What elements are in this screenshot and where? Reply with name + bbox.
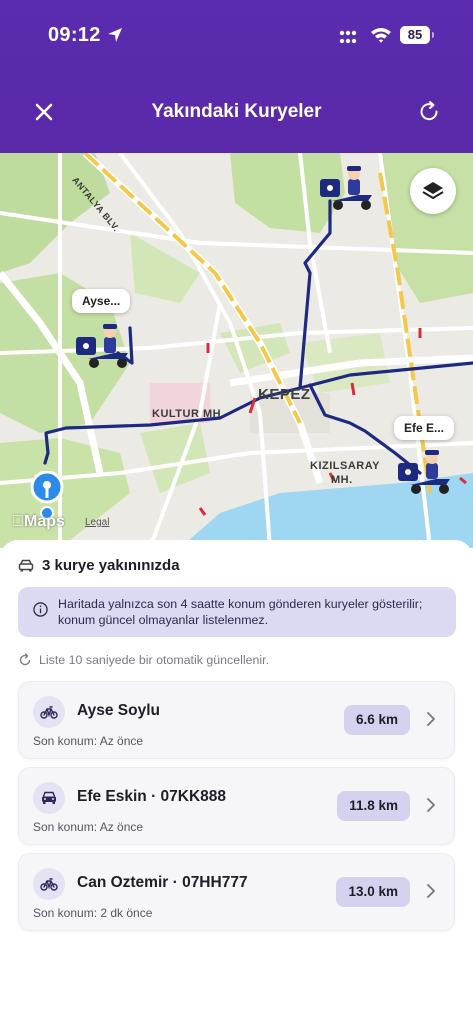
courier-scooter-marker[interactable] xyxy=(318,165,376,213)
courier-bubble-ayse[interactable]: Ayse... xyxy=(72,289,131,313)
courier-last-location: Son konum: Az önce xyxy=(33,734,144,748)
legal-link[interactable]: Legal xyxy=(85,517,109,528)
nearby-count-title: 3 kurye yakınınızda xyxy=(42,557,180,574)
status-bar: 09:12 85 xyxy=(0,0,473,70)
courier-card[interactable]: Ayse Soylu Son konum: Az önce 6.6 km xyxy=(18,681,455,759)
courier-name: Efe Eskin · 07KK888 xyxy=(77,788,227,805)
map-layers-button[interactable] xyxy=(410,168,456,214)
auto-update-note: Liste 10 saniyede bir otomatik güncellen… xyxy=(18,653,269,667)
layers-icon xyxy=(422,182,444,199)
courier-scooter-marker[interactable] xyxy=(396,449,454,497)
courier-last-location: Son konum: Az önce xyxy=(33,820,144,834)
courier-last-location: Son konum: 2 dk önce xyxy=(33,906,153,920)
vehicle-badge xyxy=(33,782,65,814)
vehicle-badge xyxy=(33,696,65,728)
info-text: Haritada yalnızca son 4 saatte konum gön… xyxy=(58,597,423,627)
map-label-kultur: KULTUR MH. xyxy=(152,408,225,420)
page-title: Yakındaki Kuryeler xyxy=(151,101,322,122)
courier-name: Can Oztemir · 07HH777 xyxy=(77,874,248,891)
map-label-kepez: KEPEZ xyxy=(258,386,311,403)
courier-card[interactable]: Can Oztemir · 07HH777 Son konum: 2 dk ön… xyxy=(18,853,455,931)
apple-maps-logo: Maps xyxy=(12,513,65,530)
chevron-right-icon xyxy=(427,884,435,898)
distance-badge: 6.6 km xyxy=(343,705,410,735)
nearby-header: 3 kurye yakınınızda xyxy=(18,557,180,574)
auto-update-text: Liste 10 saniyede bir otomatik güncellen… xyxy=(39,653,270,667)
battery-indicator: 85 xyxy=(400,26,434,44)
wifi-icon xyxy=(371,28,391,43)
distance-badge: 13.0 km xyxy=(336,877,410,907)
courier-bubble-efe[interactable]: Efe E... xyxy=(394,416,455,440)
info-banner: Haritada yalnızca son 4 saatte konum gön… xyxy=(18,587,456,637)
location-arrow-icon xyxy=(108,28,122,42)
courier-card[interactable]: Efe Eskin · 07KK888 Son konum: Az önce 1… xyxy=(18,767,455,845)
courier-name: Ayse Soylu xyxy=(77,702,160,719)
chevron-right-icon xyxy=(427,712,435,726)
status-time: 09:12 xyxy=(48,24,101,46)
vehicle-badge xyxy=(33,868,65,900)
refresh-icon[interactable] xyxy=(415,98,443,126)
cellular-signal-icon xyxy=(339,30,357,44)
refresh-small-icon xyxy=(19,653,31,666)
courier-list-sheet: 3 kurye yakınınızda Haritada yalnızca so… xyxy=(0,540,473,1024)
info-icon xyxy=(33,602,48,617)
car-icon xyxy=(18,559,34,571)
courier-scooter-marker[interactable] xyxy=(74,323,132,371)
map-label-kizilsaray-mh: MH. xyxy=(331,474,353,486)
chevron-right-icon xyxy=(427,798,435,812)
bicycle-icon xyxy=(40,878,58,891)
bicycle-icon xyxy=(40,706,58,719)
courier-map[interactable]: KEPEZ KULTUR MH. KIZILSARAY MH. ANTALYA … xyxy=(0,153,473,548)
car-icon xyxy=(42,791,56,804)
distance-badge: 11.8 km xyxy=(337,791,410,821)
map-label-kizilsaray: KIZILSARAY xyxy=(310,460,380,472)
app-header: 09:12 85 Yakındaki Kuryeler xyxy=(0,0,473,153)
